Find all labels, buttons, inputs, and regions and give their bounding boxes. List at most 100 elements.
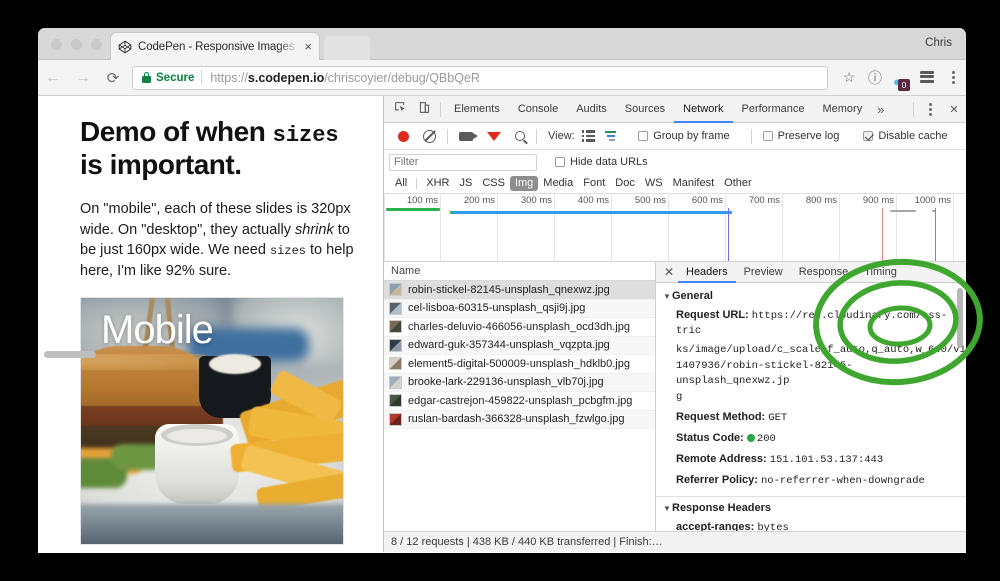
detail-tab-response[interactable]: Response (791, 262, 857, 283)
forward-icon[interactable]: → (68, 69, 98, 87)
type-filter-xhr[interactable]: XHR (421, 176, 454, 191)
devtools-kebab-icon[interactable] (918, 102, 942, 116)
reload-icon[interactable]: ⟳ (98, 69, 128, 87)
tab-console[interactable]: Console (509, 96, 567, 123)
hide-data-urls-label: Hide data URLs (570, 156, 648, 168)
type-filter-doc[interactable]: Doc (610, 176, 640, 191)
tab-strip: CodePen - Responsive Images × Chris (38, 28, 966, 60)
network-summary-text: 8 / 12 requests | 438 KB / 440 KB transf… (391, 536, 663, 548)
tab-sources[interactable]: Sources (616, 96, 674, 123)
browser-tab-codepen[interactable]: CodePen - Responsive Images × (110, 32, 320, 60)
detail-close-icon[interactable]: ✕ (660, 265, 678, 279)
clear-button[interactable] (416, 129, 443, 143)
request-list-header[interactable]: Name (384, 262, 655, 281)
back-icon[interactable]: ← (38, 69, 68, 87)
detail-tab-headers[interactable]: Headers (678, 262, 736, 283)
disable-cache-checkbox[interactable]: Disable cache (856, 130, 964, 142)
filter-input[interactable] (389, 153, 537, 171)
ruler-tick-300: 300 ms (520, 195, 552, 206)
tab-performance[interactable]: Performance (733, 96, 814, 123)
ruler-tick-700: 700 ms (748, 195, 780, 206)
type-filter-ws[interactable]: WS (640, 176, 668, 191)
tab-memory[interactable]: Memory (813, 96, 871, 123)
web-page-viewport: Demo of when sizes is important. On "mobi… (38, 96, 383, 552)
request-row-1[interactable]: cel-lisboa-60315-unsplash_qsji9j.jpg (384, 299, 655, 318)
address-bar[interactable]: Secure https://s.codepen.io/chriscoyier/… (132, 65, 828, 90)
tab-network[interactable]: Network (674, 96, 732, 123)
inspect-element-icon[interactable] (388, 101, 412, 117)
request-row-6[interactable]: edgar-castrejon-459822-unsplash_pcbgfm.j… (384, 392, 655, 411)
request-name: element5-digital-500009-unsplash_hdklb0.… (408, 357, 630, 370)
kebab-glyph (940, 71, 966, 84)
profile-name[interactable]: Chris (925, 37, 952, 49)
record-button[interactable] (391, 130, 416, 142)
type-filter-manifest[interactable]: Manifest (668, 176, 720, 191)
new-tab-placeholder[interactable] (324, 36, 370, 60)
type-filter-all[interactable]: All (390, 176, 412, 191)
group-by-frame-checkbox[interactable]: Group by frame (631, 130, 746, 142)
window-maximize-button[interactable] (91, 39, 102, 50)
hide-data-urls-checkbox[interactable]: Hide data URLs (555, 156, 648, 168)
response-headers-section-title[interactable]: ▼Response Headers (656, 500, 966, 517)
devtools-tab-bar: Elements Console Audits Sources Network … (384, 96, 966, 123)
general-section-title[interactable]: ▼General (656, 288, 966, 305)
layers-icon[interactable] (914, 70, 940, 86)
more-tabs-icon[interactable]: » (871, 102, 890, 117)
waterfall-view-icon[interactable] (605, 130, 618, 142)
network-overview-timeline[interactable]: 100 ms 200 ms 300 ms 400 ms 500 ms 600 m… (384, 194, 966, 262)
request-row-4[interactable]: element5-digital-500009-unsplash_hdklb0.… (384, 355, 655, 374)
url-host: s.codepen.io (247, 70, 325, 85)
request-row-7[interactable]: ruslan-bardash-366328-unsplash_fzwlgo.jp… (384, 410, 655, 429)
type-filter-font[interactable]: Font (578, 176, 610, 191)
type-filter-css[interactable]: CSS (477, 176, 510, 191)
search-button[interactable] (508, 131, 532, 141)
list-view-icon[interactable] (581, 130, 596, 142)
headers-content[interactable]: ▼General Request URL: https://res.cloudi… (656, 283, 966, 531)
slide-label: Mobile (101, 308, 214, 353)
detail-tab-timing[interactable]: Timing (856, 262, 905, 283)
request-url-line-3: 1407936/robin-stickel-82145-unsplash_qne… (676, 359, 853, 388)
tab-audits[interactable]: Audits (567, 96, 616, 123)
capture-screenshots-button[interactable] (452, 131, 480, 141)
window-minimize-button[interactable] (71, 39, 82, 50)
slide-scrollbar[interactable] (38, 350, 302, 359)
collapse-triangle-icon-2: ▼ (663, 504, 671, 514)
screenshot-root: CodePen - Responsive Images × Chris ← → … (0, 0, 1000, 581)
request-row-0[interactable]: robin-stickel-82145-unsplash_qnexwz.jpg (384, 281, 655, 300)
star-icon[interactable]: ☆ (836, 69, 862, 86)
devtools-panel: Elements Console Audits Sources Network … (383, 96, 966, 552)
devtools-close-icon[interactable]: ✕ (942, 103, 966, 116)
slide-scrollbar-thumb[interactable] (44, 351, 96, 358)
type-filter-js[interactable]: JS (454, 176, 477, 191)
request-list[interactable]: robin-stickel-82145-unsplash_qnexwz.jpg … (384, 281, 655, 531)
kebab-menu-icon[interactable] (940, 71, 966, 84)
request-thumbnail (389, 357, 402, 371)
disable-cache-box (863, 131, 874, 141)
headers-scrollbar-thumb[interactable] (957, 288, 963, 348)
request-row-3[interactable]: edward-guk-357344-unsplash_vqzpta.jpg (384, 336, 655, 355)
detail-tab-preview[interactable]: Preview (736, 262, 791, 283)
type-filter-other[interactable]: Other (719, 176, 757, 191)
tab-elements[interactable]: Elements (445, 96, 509, 123)
responsive-image-slide[interactable]: Mobile (80, 297, 344, 546)
section-divider (656, 496, 966, 498)
window-close-button[interactable] (51, 39, 62, 50)
info-icon[interactable]: ⓘ (862, 68, 888, 88)
filter-toggle-button[interactable] (480, 131, 508, 141)
tab-close-icon[interactable]: × (304, 40, 312, 53)
page-title-code: sizes (272, 123, 339, 148)
request-row-2[interactable]: charles-deluvio-466056-unsplash_ocd3dh.j… (384, 318, 655, 337)
type-filter-media[interactable]: Media (538, 176, 578, 191)
paragraph-code: sizes (269, 244, 306, 259)
referrer-policy-row: Referrer Policy: no-referrer-when-downgr… (656, 470, 966, 491)
resource-type-filters: All XHR JS CSS Img Media Font Doc WS Man… (384, 174, 966, 194)
request-row-5[interactable]: brooke-lark-229136-unsplash_vlb70j.jpg (384, 373, 655, 392)
hide-data-urls-box (555, 157, 565, 167)
preserve-log-checkbox[interactable]: Preserve log (756, 130, 857, 142)
type-filter-img[interactable]: Img (509, 176, 539, 191)
filter-bar: Hide data URLs (384, 150, 966, 174)
device-toolbar-icon[interactable] (412, 101, 436, 117)
request-url-cont-2: ks/image/upload/c_scale,f_auto,q_auto,w_… (656, 342, 966, 358)
response-header-value: bytes (757, 521, 789, 531)
network-controls: View: Group by frame Preserve log Disabl… (384, 123, 966, 150)
